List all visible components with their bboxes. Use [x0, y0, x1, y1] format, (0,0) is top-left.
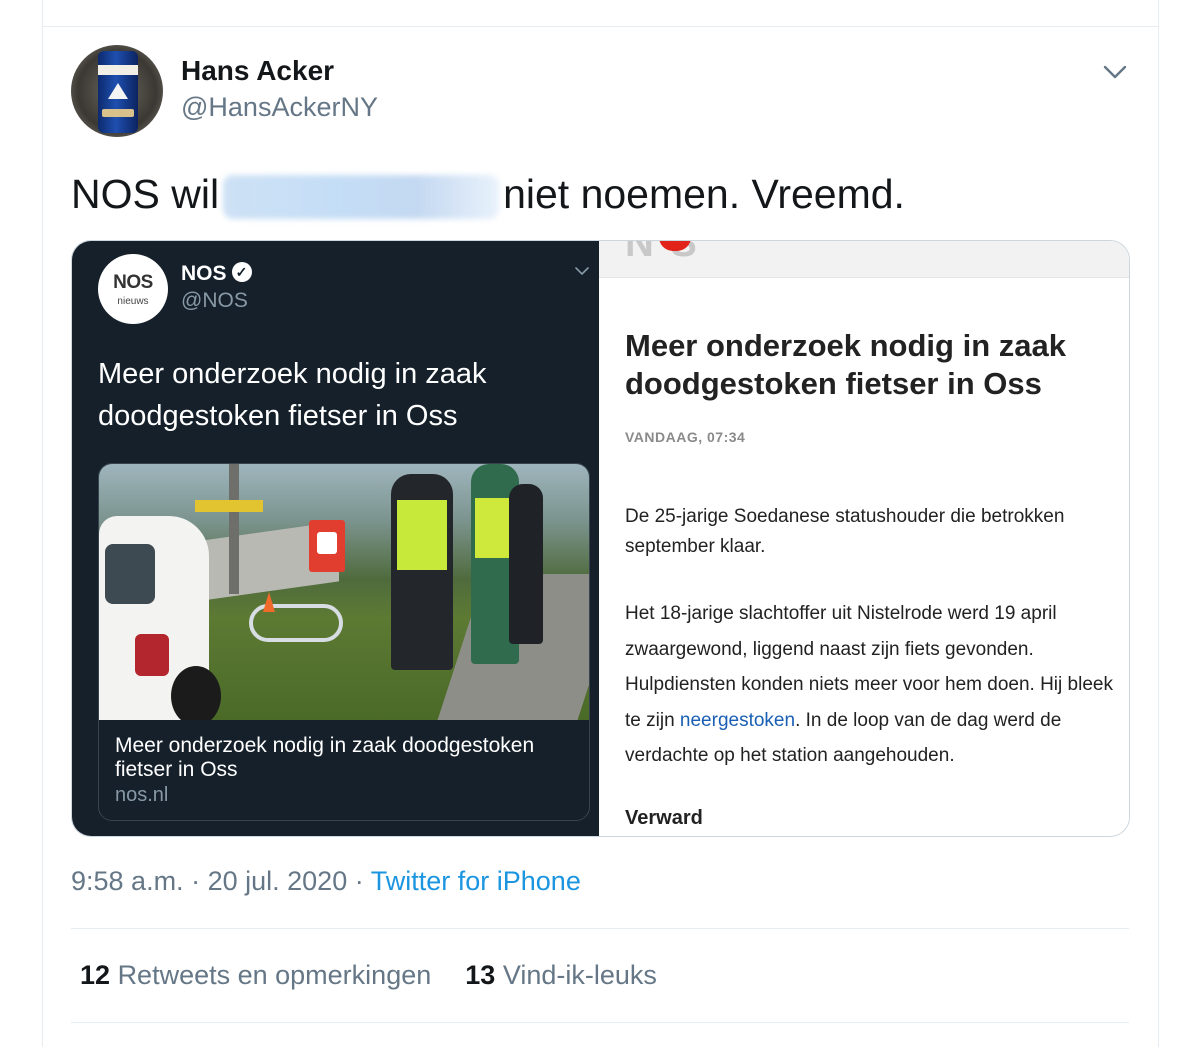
divider — [71, 928, 1129, 929]
tweet-meta: 9:58 a.m. · 20 jul. 2020 · Twitter for i… — [71, 866, 581, 897]
article-paragraph-1-line-2: september klaar. — [625, 536, 766, 557]
link-preview-title: Meer onderzoek nodig in zaak doodgestoke… — [115, 734, 535, 781]
tweet-text: NOS wil niet noemen. Vreemd. — [71, 168, 905, 220]
nos-logo-sub: nieuws — [117, 296, 149, 307]
likes-label: Vind-ik-leuks — [502, 960, 657, 990]
quoted-tweet-text: Meer onderzoek nodig in zaak doodgestoke… — [98, 358, 487, 432]
author-avatar[interactable] — [71, 45, 163, 137]
nos-logo-text: NOS — [113, 272, 153, 293]
redacted-blur — [223, 175, 500, 220]
divider — [71, 1022, 1129, 1023]
author-handle[interactable]: @HansAckerNY — [181, 92, 378, 123]
attached-image[interactable]: NOS nieuws NOS ✓ @NOS Meer onderzoek nodi… — [71, 240, 1130, 837]
link-preview-card: Meer onderzoek nodig in zaak doodgestoke… — [98, 463, 590, 821]
retweets-stat[interactable]: 12 Retweets en opmerkingen — [80, 960, 431, 990]
article-paragraph-1-line-1: De 25-jarige Soedanese statushouder die … — [625, 506, 1065, 527]
tweet-text-before: NOS wil — [71, 171, 220, 217]
article-paragraph-1: De 25-jarige Soedanese statushouder die … — [625, 503, 1115, 561]
meta-separator: · — [354, 866, 364, 896]
quoted-tweet-screenshot: NOS nieuws NOS ✓ @NOS Meer onderzoek nodi… — [72, 241, 599, 836]
news-photo — [99, 464, 589, 720]
tweet-time[interactable]: 9:58 a.m. — [71, 866, 184, 896]
article-link-neergestoken: neergestoken — [679, 709, 796, 731]
article-subheading: Verward — [625, 807, 703, 829]
retweets-label: Retweets en opmerkingen — [117, 960, 432, 990]
divider-top — [42, 26, 1158, 27]
nos-avatar: NOS nieuws — [98, 254, 168, 324]
article-paragraph-2: Het 18-jarige slachtoffer uit Nistelrode… — [625, 596, 1115, 774]
likes-stat[interactable]: 13 Vind-ik-leuks — [465, 960, 657, 990]
tweet-text-after: niet noemen. Vreemd. — [503, 171, 905, 217]
verified-badge-icon: ✓ — [231, 262, 252, 283]
author-name[interactable]: Hans Acker — [181, 55, 334, 87]
retweets-count: 12 — [80, 960, 111, 990]
beer-can-image — [98, 51, 138, 133]
article-title: Meer onderzoek nodig in zaak doodgestoke… — [625, 328, 1066, 401]
tweet-source-link[interactable]: Twitter for iPhone — [371, 866, 581, 896]
article-screenshot: N S Meer onderzoek nodig in zaak doodges… — [599, 241, 1129, 836]
tweet-date[interactable]: 20 jul. 2020 — [208, 866, 348, 896]
nos-site-header: N S — [599, 241, 1129, 278]
likes-count: 13 — [465, 960, 496, 990]
chevron-down-icon[interactable] — [1101, 58, 1129, 86]
meta-separator: · — [191, 866, 201, 896]
quoted-author-name-text: NOS — [181, 262, 227, 285]
quoted-author-name: NOS ✓ — [181, 262, 252, 286]
link-preview-domain: nos.nl — [115, 784, 169, 806]
article-date: VANDAAG, 07:34 — [625, 429, 746, 445]
quoted-author-handle: @NOS — [181, 289, 248, 312]
chevron-down-icon — [575, 267, 589, 276]
tweet-stats: 12 Retweets en opmerkingen 13 Vind-ik-leu… — [80, 960, 657, 991]
